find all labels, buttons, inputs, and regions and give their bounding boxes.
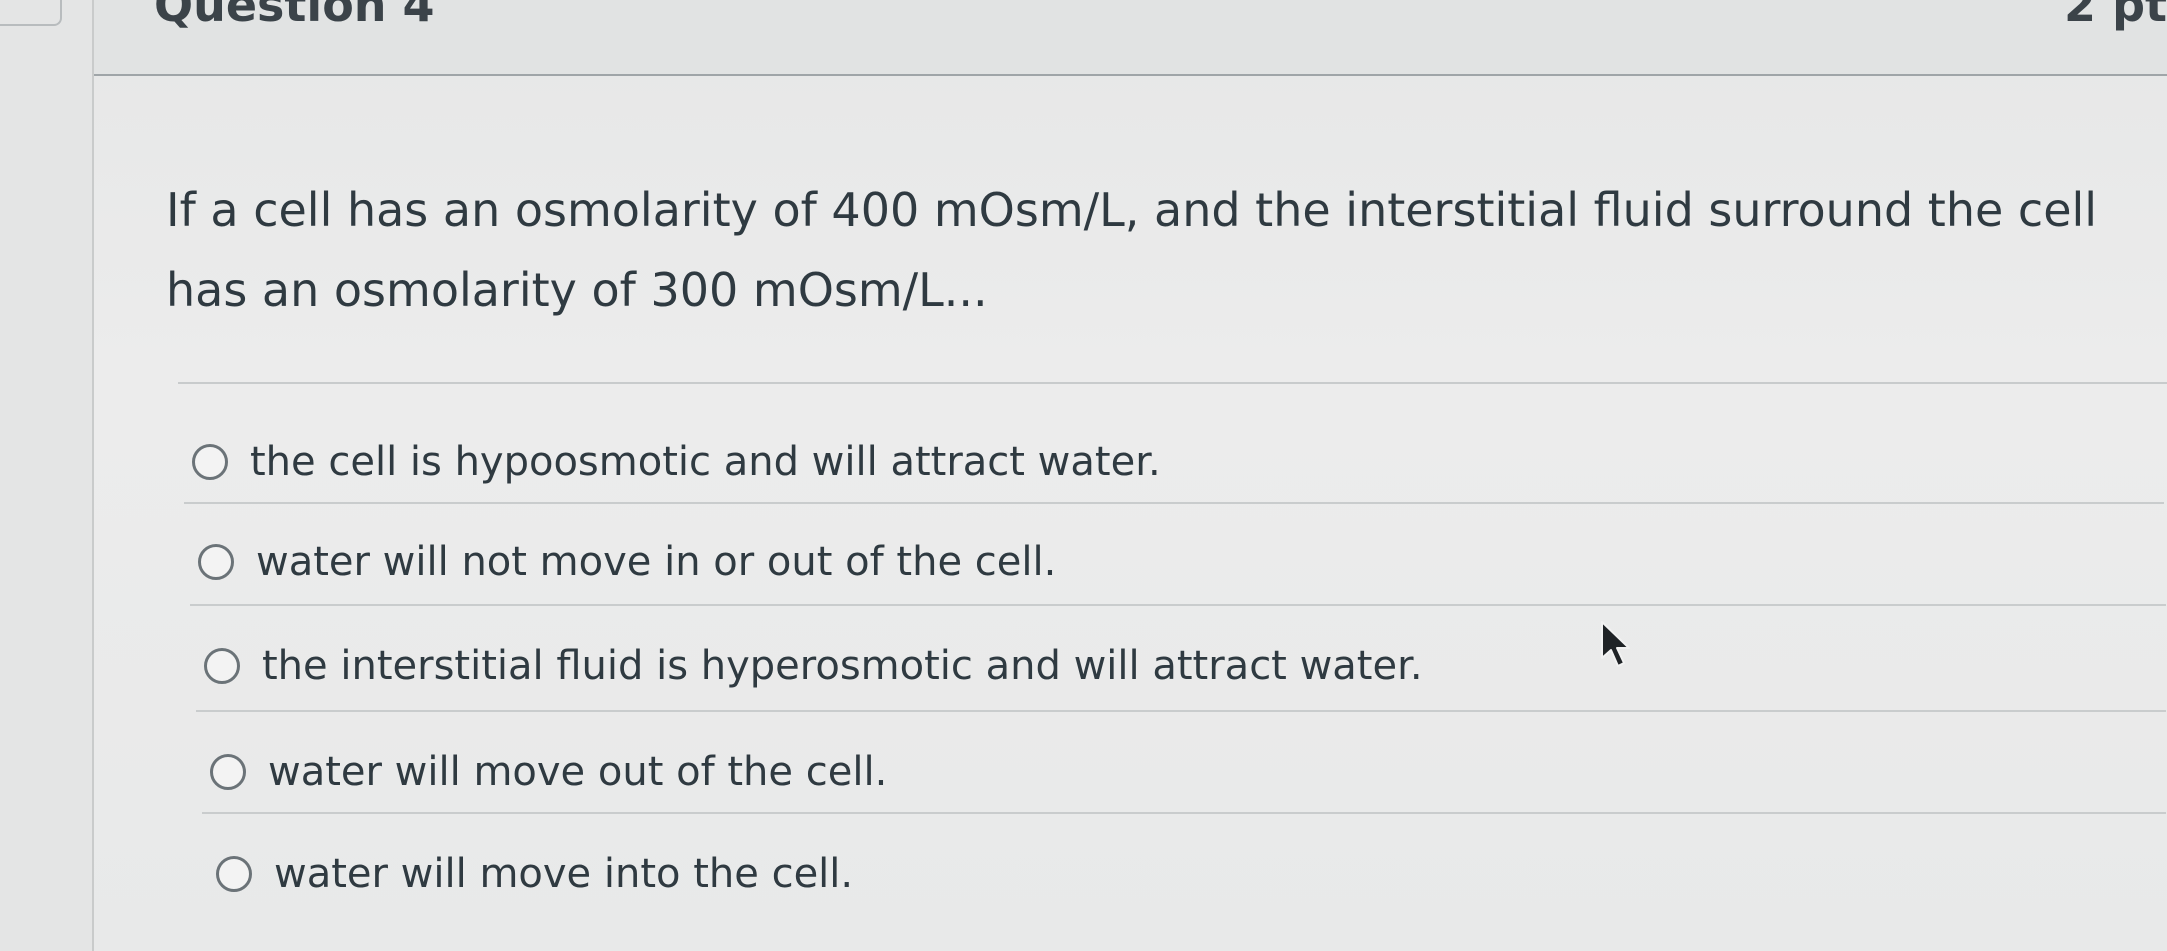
left-gutter — [0, 0, 94, 951]
question-card: Question 4 2 pt If a cell has an osmolar… — [94, 0, 2167, 951]
answer-option[interactable]: water will move out of the cell. — [210, 722, 887, 822]
answer-option[interactable]: water will move into the cell. — [216, 824, 853, 924]
answer-divider — [184, 502, 2164, 504]
answer-label[interactable]: water will not move in or out of the cel… — [256, 539, 1056, 585]
radio-button-icon[interactable] — [198, 544, 234, 580]
radio-button-icon[interactable] — [216, 856, 252, 892]
answer-option[interactable]: water will not move in or out of the cel… — [198, 512, 1056, 612]
radio-button-icon[interactable] — [192, 444, 228, 480]
answer-divider — [190, 604, 2166, 606]
answer-divider — [196, 710, 2166, 712]
quiz-page: Question 4 2 pt If a cell has an osmolar… — [0, 0, 2167, 951]
answer-option[interactable]: the cell is hypoosmotic and will attract… — [192, 412, 1161, 512]
answer-label[interactable]: water will move into the cell. — [274, 851, 853, 897]
radio-button-icon[interactable] — [210, 754, 246, 790]
answer-option[interactable]: the interstitial fluid is hyperosmotic a… — [204, 616, 1423, 716]
answer-label[interactable]: water will move out of the cell. — [268, 749, 887, 795]
answer-label[interactable]: the interstitial fluid is hyperosmotic a… — [262, 643, 1423, 689]
mouse-pointer-icon — [1601, 621, 1630, 667]
previous-question-tab[interactable] — [0, 0, 62, 26]
radio-button-icon[interactable] — [204, 648, 240, 684]
answer-label[interactable]: the cell is hypoosmotic and will attract… — [250, 439, 1161, 485]
answer-list: the cell is hypoosmotic and will attract… — [94, 0, 2167, 951]
answer-divider — [202, 812, 2166, 814]
